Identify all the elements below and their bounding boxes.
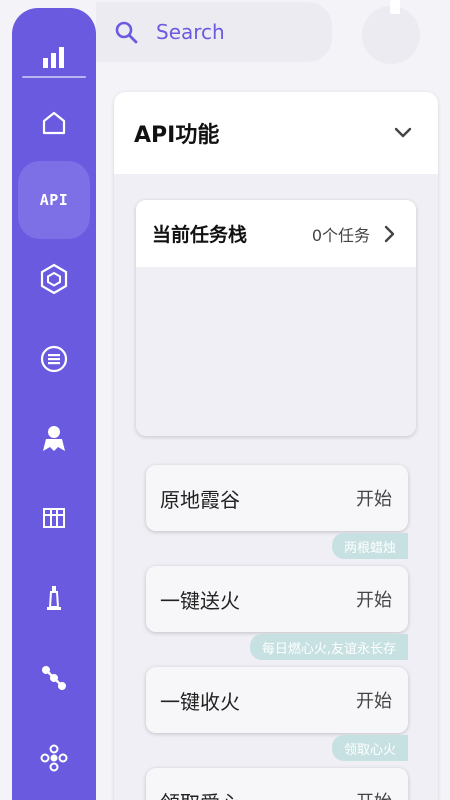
sidebar-divider: [22, 76, 86, 78]
feature-badge: 两根蜡烛: [331, 533, 408, 559]
api-panel-header[interactable]: API功能: [114, 92, 438, 174]
page-title: API功能: [134, 123, 220, 148]
feature-row[interactable]: 一键送火 开始: [146, 566, 408, 632]
chevron-down-icon[interactable]: [394, 127, 412, 139]
home-icon: [42, 111, 66, 135]
search-input[interactable]: Search: [156, 20, 225, 44]
avatar[interactable]: [362, 6, 420, 64]
task-stack-card: 当前任务栈 0个任务: [136, 200, 416, 436]
sidebar-item-flower[interactable]: [12, 723, 96, 793]
feature-name: 一键收火: [160, 689, 240, 714]
avatar-badge-icon: [390, 0, 400, 14]
chevron-right-icon[interactable]: [384, 225, 396, 243]
sidebar-item-circle-list[interactable]: [12, 324, 96, 394]
sidebar-item-hexagon[interactable]: [12, 244, 96, 314]
tower-icon: [47, 586, 61, 610]
link-icon: [42, 666, 66, 690]
search-icon: [115, 21, 138, 44]
task-stack-header[interactable]: 当前任务栈 0个任务: [136, 200, 416, 267]
bar-chart-logo-icon: [12, 38, 96, 68]
feature-name: 原地霞谷: [160, 487, 240, 512]
sidebar-item-person[interactable]: [12, 403, 96, 473]
grid-icon: [43, 508, 65, 528]
hexagon-icon: [40, 263, 68, 295]
sidebar-item-tower[interactable]: [12, 563, 96, 633]
task-count: 0个任务: [311, 225, 370, 245]
feature-badge: 每日燃心火,友谊永长存: [249, 634, 408, 660]
feature-badge: 领取心火: [331, 735, 408, 761]
feature-row[interactable]: 一键收火 开始: [146, 667, 408, 733]
feature-name: 一键送火: [160, 588, 240, 613]
task-stack-title: 当前任务栈: [152, 224, 248, 246]
sidebar-item-api[interactable]: API: [18, 161, 90, 239]
api-label: API: [39, 191, 69, 209]
sidebar-item-grid[interactable]: [12, 483, 96, 553]
person-icon: [43, 426, 65, 451]
feature-row[interactable]: 领取爱心 开始: [146, 768, 408, 800]
app-root: API Search API功能 当前任务栈 0个任务 原地霞谷 开始 两根蜡烛…: [0, 0, 450, 800]
start-button[interactable]: 开始: [356, 788, 392, 800]
sidebar: API: [12, 8, 96, 800]
feature-name: 领取爱心: [160, 787, 240, 800]
start-button[interactable]: 开始: [356, 687, 392, 713]
api-panel: API功能 当前任务栈 0个任务 原地霞谷 开始 两根蜡烛 一键送火 开始 每日…: [114, 92, 438, 800]
start-button[interactable]: 开始: [356, 485, 392, 511]
flower-icon: [40, 744, 68, 772]
sidebar-item-link[interactable]: [12, 643, 96, 713]
search-bar[interactable]: Search: [96, 2, 332, 62]
sidebar-item-home[interactable]: [12, 88, 96, 158]
start-button[interactable]: 开始: [356, 586, 392, 612]
feature-row[interactable]: 原地霞谷 开始: [146, 465, 408, 531]
circle-list-icon: [40, 345, 68, 373]
